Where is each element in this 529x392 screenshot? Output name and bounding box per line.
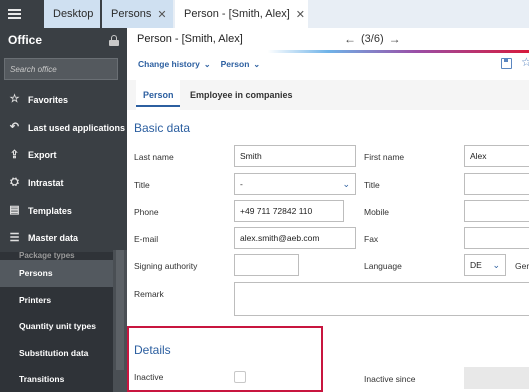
record-navigator: ← (3/6) →: [344, 32, 401, 46]
sidebar-subitem-package-types[interactable]: Package types: [0, 252, 127, 260]
sidebar-item-label: Last used applications: [28, 122, 126, 133]
tab-desktop[interactable]: Desktop: [44, 0, 100, 28]
star-icon: ☆: [9, 93, 20, 106]
email-label: E-mail: [134, 234, 159, 244]
close-icon[interactable]: ✕: [157, 8, 166, 21]
sidebar-item-last-used[interactable]: ↶ Last used applications: [0, 114, 127, 142]
title-label: Title: [134, 180, 150, 190]
sidebar-subitem-quantity-unit-types[interactable]: Quantity unit types: [0, 313, 127, 340]
language-select-value: DE: [470, 260, 482, 270]
subtab-employee-in-companies[interactable]: Employee in companies: [190, 80, 293, 110]
mobile-field[interactable]: [464, 200, 529, 222]
language-name: Ger: [515, 261, 529, 271]
mobile-label: Mobile: [364, 207, 390, 217]
close-icon[interactable]: ✕: [296, 8, 305, 21]
sidebar-header: Office: [0, 28, 127, 52]
details-title: Details: [134, 343, 171, 357]
sidebar-item-intrastat[interactable]: ⛭ Intrastat: [0, 169, 127, 197]
sidebar-subitem-persons[interactable]: Persons: [0, 260, 127, 287]
last-name-label: Last name: [134, 152, 174, 162]
sidebar-submenu: Package types Persons Printers Quantity …: [0, 252, 127, 392]
change-history-button[interactable]: Change history ⌄: [138, 59, 211, 69]
subtab-person[interactable]: Person: [136, 80, 180, 110]
fax-label: Fax: [364, 234, 379, 244]
tab-person-record[interactable]: Person - [Smith, Alex] ✕: [175, 0, 308, 28]
basic-data-title: Basic data: [134, 121, 191, 135]
title-select-value: -: [240, 179, 243, 189]
inactive-label: Inactive: [134, 372, 164, 382]
sidebar-item-label: Favorites: [28, 94, 69, 105]
inactive-checkbox[interactable]: [234, 371, 246, 383]
sidebar-item-export[interactable]: ⇪ Export: [0, 141, 127, 169]
favorite-star-icon[interactable]: ☆: [521, 55, 529, 69]
phone-label: Phone: [134, 207, 159, 217]
record-title: Person - [Smith, Alex]: [137, 33, 243, 45]
tab-persons[interactable]: Persons ✕: [102, 0, 173, 28]
signing-authority-field[interactable]: [234, 254, 299, 276]
email-field[interactable]: alex.smith@aeb.com: [234, 227, 356, 249]
signing-authority-label: Signing authority: [134, 261, 198, 271]
change-history-label: Change history: [138, 59, 200, 69]
sidebar-item-label: Master data: [28, 233, 79, 244]
save-icon[interactable]: [501, 58, 512, 69]
person-menu-button[interactable]: Person ⌄: [221, 59, 261, 69]
export-icon: ⇪: [9, 148, 20, 161]
previous-record-icon[interactable]: ←: [344, 32, 356, 46]
tab-label: Persons: [111, 8, 152, 20]
remark-field[interactable]: [234, 282, 529, 316]
action-bar: Change history ⌄ Person ⌄ ☆: [127, 53, 529, 75]
first-name-label: First name: [364, 152, 405, 162]
sidebar-item-label: Export: [28, 150, 57, 161]
templates-icon: ▤: [9, 204, 20, 217]
language-select[interactable]: DE ⌄: [464, 254, 506, 276]
sidebar-scrollbar[interactable]: [113, 250, 127, 392]
lock-icon[interactable]: [109, 34, 119, 46]
next-record-icon[interactable]: →: [389, 32, 401, 46]
record-header: Person - [Smith, Alex] ← (3/6) →: [127, 28, 529, 50]
sidebar-subitem-substitution-data[interactable]: Substitution data: [0, 340, 127, 367]
details-highlight-box: [127, 326, 323, 392]
main-panel: Person - [Smith, Alex] ← (3/6) → Change …: [127, 28, 529, 392]
database-icon: ☰: [9, 231, 20, 244]
last-name-field[interactable]: Smith: [234, 145, 356, 167]
chevron-down-icon: ⌄: [253, 59, 261, 69]
record-position: (3/6): [361, 33, 384, 45]
first-name-field[interactable]: Alex: [464, 145, 529, 167]
search-input[interactable]: [10, 64, 117, 74]
title2-field[interactable]: [464, 173, 529, 195]
hamburger-menu-icon[interactable]: [8, 9, 21, 19]
phone-field[interactable]: +49 711 72842 110: [234, 200, 344, 222]
inactive-since-field: [464, 367, 529, 389]
language-label: Language: [364, 261, 402, 271]
tab-label: Desktop: [53, 8, 94, 20]
history-icon: ↶: [9, 121, 20, 134]
remark-label: Remark: [134, 289, 164, 299]
chevron-down-icon: ⌄: [492, 260, 500, 270]
title-select[interactable]: - ⌄: [234, 173, 356, 195]
fax-field[interactable]: [464, 227, 529, 249]
sidebar-subitem-printers[interactable]: Printers: [0, 287, 127, 314]
sidebar-title: Office: [8, 33, 43, 47]
inactive-since-label: Inactive since: [364, 374, 416, 384]
tab-label: Person - [Smith, Alex]: [184, 8, 290, 20]
person-menu-label: Person: [220, 59, 250, 69]
sidebar-item-label: Intrastat: [28, 177, 64, 188]
sidebar-item-master-data[interactable]: ☰ Master data: [0, 224, 127, 253]
form-content: Basic data Last name Smith First name Al…: [127, 110, 529, 392]
chevron-down-icon: ⌄: [203, 59, 211, 69]
sidebar-nav: ☆ Favorites ↶ Last used applications ⇪ E…: [0, 86, 127, 392]
sidebar: Office ☆ Favorites ↶ Last used applicati…: [0, 0, 127, 392]
intrastat-icon: ⛭: [10, 176, 19, 189]
sidebar-search: [4, 58, 118, 80]
sidebar-item-templates[interactable]: ▤ Templates: [0, 197, 127, 225]
sidebar-item-favorites[interactable]: ☆ Favorites: [0, 86, 127, 114]
chevron-down-icon: ⌄: [342, 179, 350, 189]
sidebar-item-label: Templates: [28, 205, 72, 216]
title2-label: Title: [364, 180, 380, 190]
sidebar-subitem-transitions[interactable]: Transitions: [0, 366, 127, 392]
subtab-bar: Person Employee in companies: [127, 80, 529, 110]
